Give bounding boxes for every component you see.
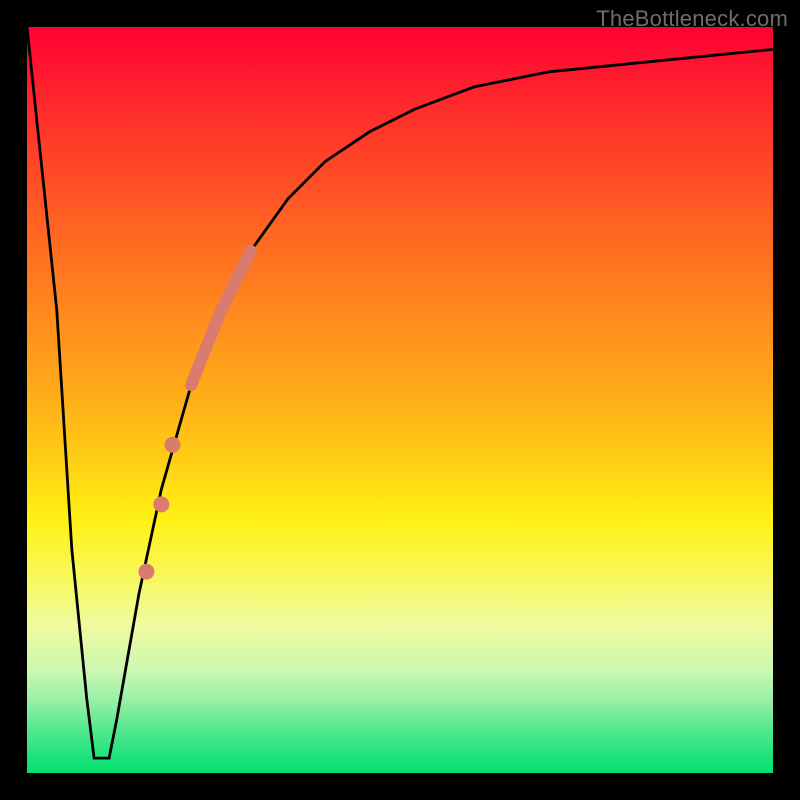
- highlight-dot-2: [138, 564, 154, 580]
- highlight-dot-0: [165, 437, 181, 453]
- bottleneck-curve: [27, 27, 773, 758]
- highlight-layer: [138, 251, 250, 580]
- highlight-dot-1: [153, 496, 169, 512]
- highlight-band: [191, 251, 251, 385]
- curve-layer: [27, 27, 773, 758]
- chart-container: TheBottleneck.com: [0, 0, 800, 800]
- watermark: TheBottleneck.com: [596, 6, 788, 32]
- chart-svg: [0, 0, 800, 800]
